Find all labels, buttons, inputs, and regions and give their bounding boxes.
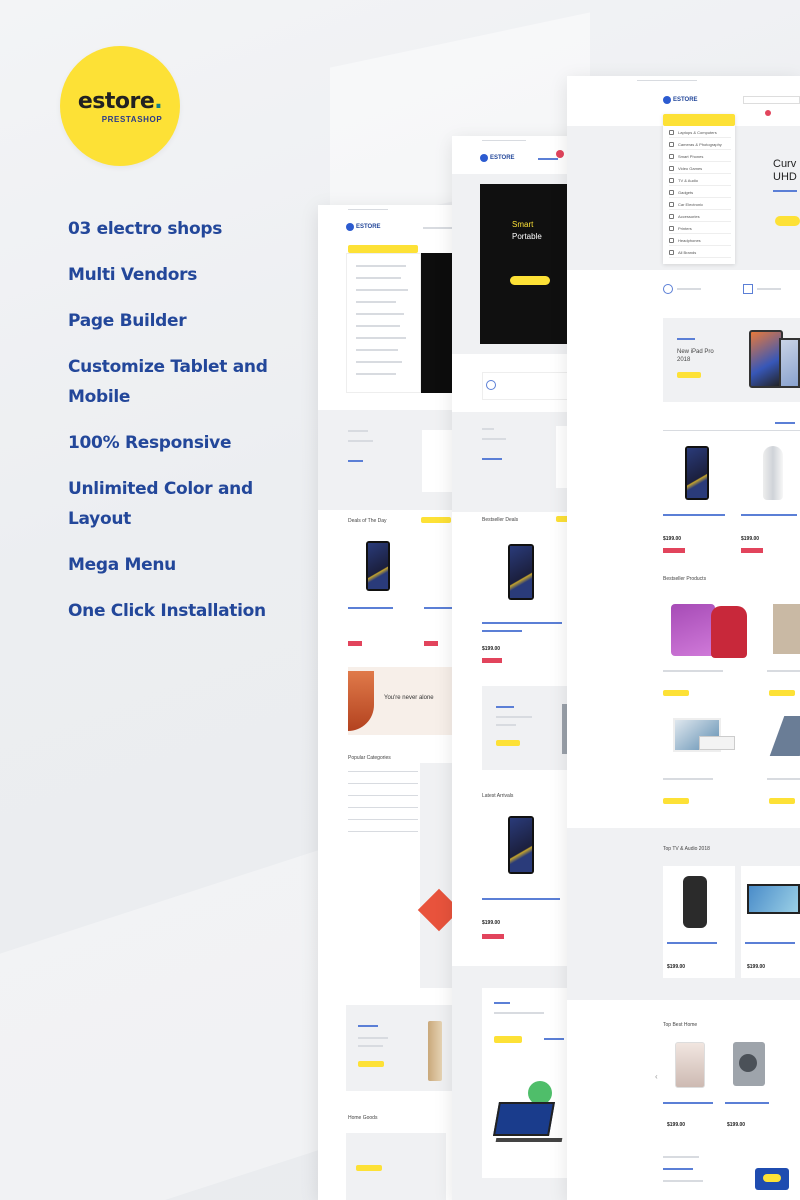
logo-wordmark: estore. xyxy=(77,88,163,114)
feature-list: 03 electro shops Multi Vendors Page Buil… xyxy=(68,214,308,642)
menu-item[interactable]: Printers xyxy=(669,224,731,234)
menu-item[interactable]: TV & Audio xyxy=(669,176,731,186)
product-price: $199.00 xyxy=(663,536,682,542)
menu-item[interactable]: Headphones xyxy=(669,236,731,246)
preview-logo: ESTORE xyxy=(480,154,515,162)
section-title: Bestseller Deals xyxy=(482,517,519,523)
section-title: Deals of The Day xyxy=(348,518,387,524)
feature-item: Multi Vendors xyxy=(68,265,198,285)
hero-line2: Portable xyxy=(512,232,542,241)
menu-item[interactable]: Gadgets xyxy=(669,188,731,198)
section-title: Home Goods xyxy=(348,1115,378,1121)
preview-logo: ESTORE xyxy=(663,96,698,104)
section-title: Popular Categories xyxy=(348,755,391,761)
product-price: $199.00 xyxy=(741,536,760,542)
section-title: Latest Arrivals xyxy=(482,793,514,799)
feature-item: One Click Installation xyxy=(68,601,266,621)
hero-text: Curv UHD T xyxy=(773,158,800,183)
menu-item[interactable]: Smart Phones xyxy=(669,152,731,162)
menu-item[interactable]: Video Games xyxy=(669,164,731,174)
section-title: Bestseller Products xyxy=(663,576,707,582)
preview-logo: ESTORE xyxy=(346,223,381,231)
logo-subtitle: PRESTASHOP xyxy=(101,114,163,124)
menu-item[interactable]: Laptops & Computers xyxy=(669,128,731,138)
preview-page-left: ESTORE Deals of The Day You're never alo… xyxy=(318,205,468,1200)
feature-item: 100% Responsive xyxy=(68,433,232,453)
feature-item: Unlimited Color and Layout xyxy=(68,479,253,529)
carousel-prev-icon[interactable]: ‹ xyxy=(655,1072,658,1081)
menu-item[interactable]: Car Electronic xyxy=(669,200,731,210)
estore-logo: estore. PRESTASHOP xyxy=(60,46,180,166)
section-title: Top Best Home xyxy=(663,1022,698,1028)
preview-page-right: ESTORE Curv UHD T Laptops & Computers Ca… xyxy=(567,76,800,1200)
feature-item: Page Builder xyxy=(68,311,187,331)
feature-item: Customize Tablet and Mobile xyxy=(68,357,268,407)
menu-item[interactable]: Accessories xyxy=(669,212,731,222)
feature-item: Mega Menu xyxy=(68,555,176,575)
menu-item[interactable]: Cameras & Photography xyxy=(669,140,731,150)
feature-item: 03 electro shops xyxy=(68,219,223,239)
hero-line1: Smart xyxy=(512,220,534,229)
mega-menu[interactable]: Laptops & Computers Cameras & Photograph… xyxy=(663,114,735,264)
background-panel xyxy=(0,846,330,1200)
promo-text: You're never alone xyxy=(384,695,434,701)
menu-item[interactable]: All Brands xyxy=(669,248,731,258)
promo-title: New iPad Pro 2018 xyxy=(677,349,714,363)
section-title: Top TV & Audio 2018 xyxy=(663,846,710,852)
